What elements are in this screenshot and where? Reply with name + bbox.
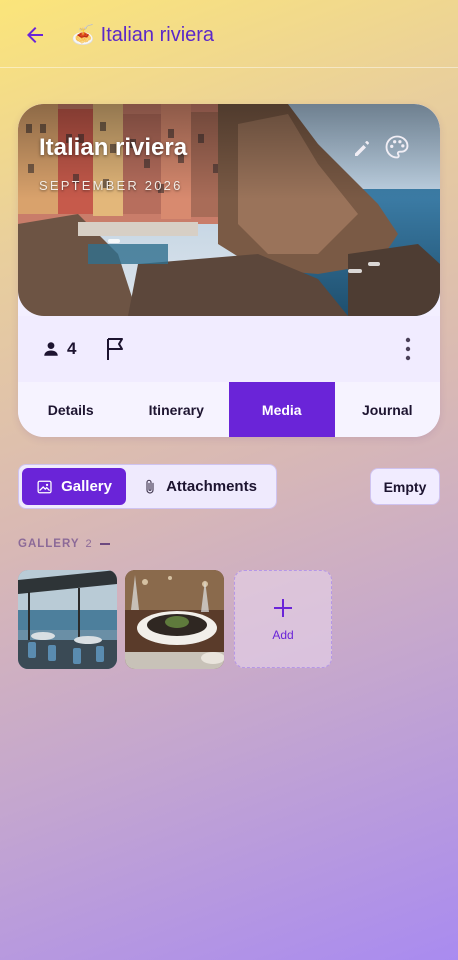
tab-itinerary[interactable]: Itinerary: [124, 382, 230, 437]
travelers-count[interactable]: 4: [42, 338, 76, 360]
person-icon: [44, 342, 58, 356]
gallery-count: 2: [85, 538, 92, 550]
trip-date: SEPTEMBER 2026: [39, 178, 183, 193]
pencil-icon: [355, 141, 369, 156]
flag-icon: [107, 338, 123, 360]
dinner-plate-image: [125, 570, 224, 669]
theme-button[interactable]: [383, 133, 411, 161]
gallery-toggle-button[interactable]: Gallery: [22, 468, 126, 505]
gallery-toggle-label: Gallery: [61, 478, 112, 495]
trip-title: Italian riviera: [39, 134, 188, 161]
page-title-text: Italian riviera: [100, 23, 215, 46]
tab-details[interactable]: Details: [18, 382, 124, 437]
page-title: 🍝 Italian riviera: [71, 20, 214, 50]
more-options-button[interactable]: [398, 336, 418, 362]
collapse-icon[interactable]: [99, 543, 110, 545]
tab-media[interactable]: Media: [229, 382, 335, 437]
gallery-image-seaside-terrace[interactable]: [18, 570, 117, 669]
flag-button[interactable]: [104, 336, 128, 362]
tab-journal[interactable]: Journal: [335, 382, 441, 437]
plus-icon: [274, 599, 292, 617]
trip-tabs: Details Itinerary Media Journal: [18, 382, 440, 437]
trip-meta-row: 4: [18, 316, 440, 382]
paperclip-icon: [146, 479, 154, 494]
media-type-toggle: Gallery Attachments: [18, 464, 277, 509]
trip-emoji: 🍝: [71, 24, 95, 46]
travelers-count-value: 4: [67, 339, 77, 358]
top-app-bar: 🍝 Italian riviera: [0, 0, 458, 68]
gallery-section-title: GALLERY: [18, 538, 80, 550]
empty-button[interactable]: Empty: [370, 468, 440, 505]
palette-icon: [385, 135, 409, 159]
trip-card: Italian riviera SEPTEMBER 2026 4 Details…: [18, 104, 440, 437]
gallery-image-dinner-plate[interactable]: [125, 570, 224, 669]
gallery-section-header: GALLERY 2: [18, 538, 110, 550]
add-media-button[interactable]: Add: [234, 570, 332, 668]
more-vertical-icon: [405, 337, 411, 361]
trip-cover-image: Italian riviera SEPTEMBER 2026: [18, 104, 440, 316]
edit-button[interactable]: [351, 136, 375, 160]
add-media-label: Add: [272, 628, 294, 642]
arrow-left-icon: [27, 27, 43, 43]
attachments-toggle-button[interactable]: Attachments: [126, 468, 273, 505]
terrace-restaurant-image: [18, 570, 117, 669]
attachments-toggle-label: Attachments: [166, 478, 257, 495]
back-button[interactable]: [20, 20, 50, 50]
image-icon: [37, 480, 52, 493]
